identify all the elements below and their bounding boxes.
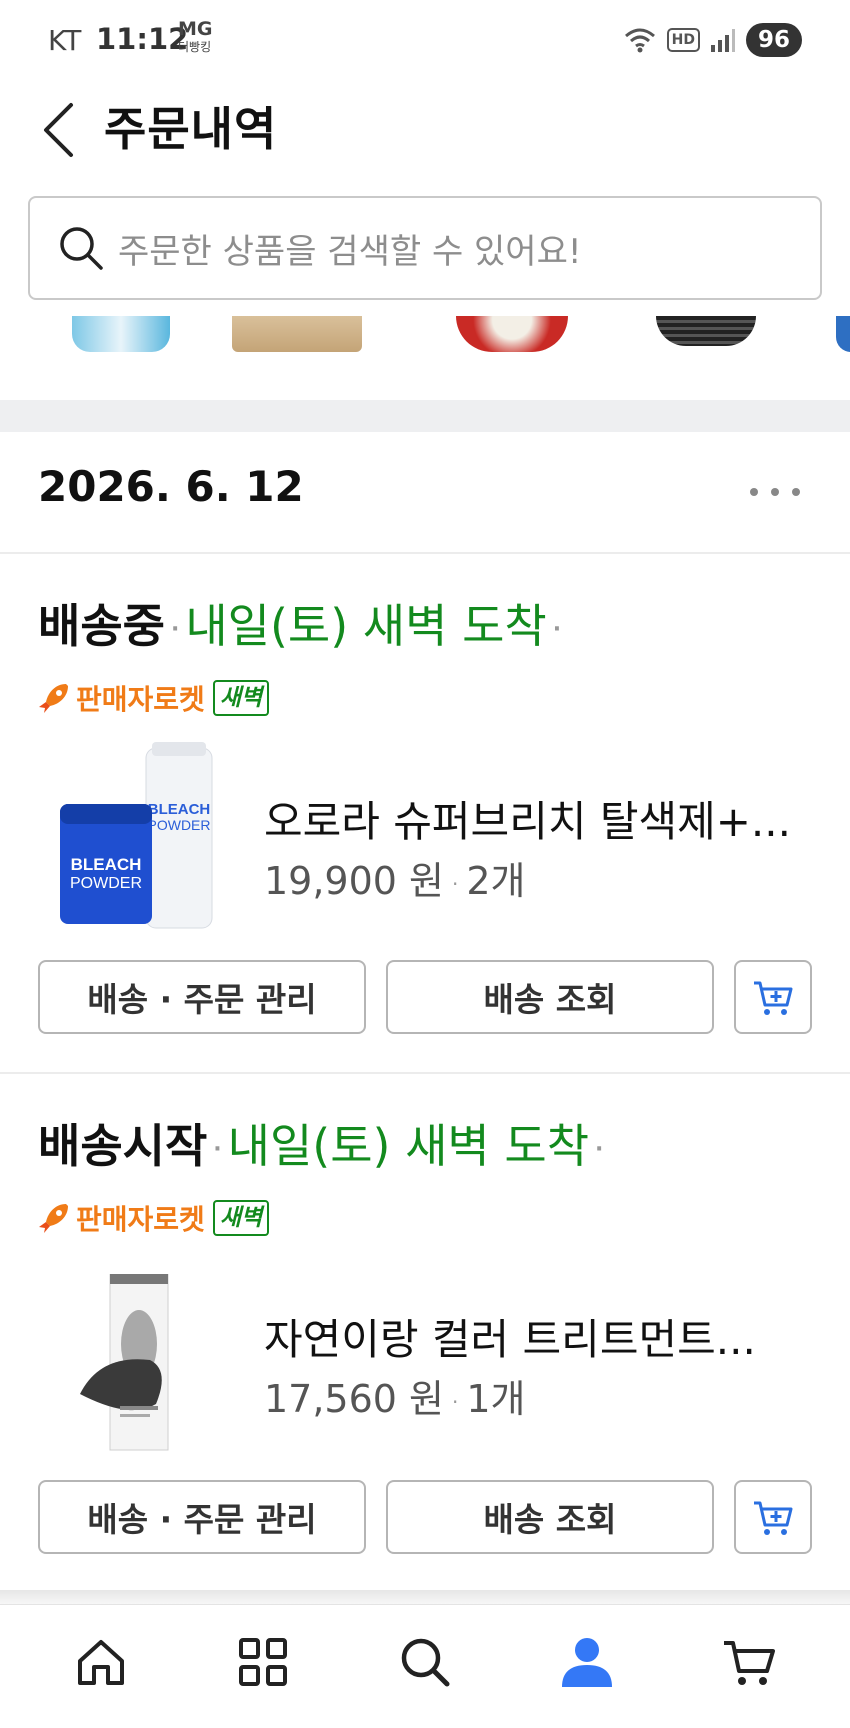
product-name[interactable]: 오로라 슈퍼브리치 탈색제+... <box>264 788 804 849</box>
recent-product-thumb[interactable] <box>836 316 850 352</box>
order-divider <box>0 1072 850 1074</box>
product-quantity: 1개 <box>466 1377 526 1421</box>
status-bar: KT 11:12 MG 더빵킹 HD 96 <box>0 0 850 84</box>
back-button[interactable] <box>28 90 88 170</box>
chevron-left-icon <box>44 103 73 157</box>
recent-product-thumb[interactable] <box>72 316 170 352</box>
delivery-status: 배송중 <box>38 599 165 653</box>
more-horizontal-icon <box>750 488 758 496</box>
mg-sub-label: 더빵킹 <box>178 40 212 54</box>
cart-icon <box>724 1640 775 1685</box>
delivery-badge-row: 판매자로켓 새벽 <box>36 1196 270 1240</box>
recent-product-thumb[interactable] <box>232 316 362 352</box>
product-price: 17,560 원 <box>264 1377 445 1421</box>
nav-cart[interactable] <box>704 1617 794 1707</box>
color-treatment-image <box>80 1273 169 1451</box>
delivery-order-manage-button[interactable]: 배송 · 주문 관리 <box>38 1480 366 1554</box>
categories-icon <box>239 1637 287 1686</box>
search-icon <box>60 227 103 270</box>
recent-product-thumb[interactable] <box>456 316 568 352</box>
nav-home[interactable] <box>56 1617 146 1707</box>
delivery-status-line: 배송시작 · 내일(토) 새벽 도착 · <box>38 1119 604 1173</box>
search-icon <box>401 1638 450 1686</box>
svg-text:POWDER: POWDER <box>148 817 211 833</box>
signal-icon <box>710 29 735 52</box>
track-delivery-button[interactable]: 배송 조회 <box>386 960 714 1034</box>
product-price-line: 19,900 원 · 2개 <box>264 859 526 903</box>
svg-text:POWDER: POWDER <box>70 875 142 892</box>
mg-indicator: MG 더빵킹 <box>178 18 238 54</box>
carrier-label: KT <box>48 24 82 57</box>
section-divider <box>0 400 850 432</box>
order-card: 배송중 · 내일(토) 새벽 도착 · 판매자로켓 새벽 BLEACH POWDER … <box>0 590 850 1070</box>
order-card: 배송시작 · 내일(토) 새벽 도착 · 판매자로켓 새벽 자연이랑 컬러 트리트먼트… <box>0 1110 850 1590</box>
list-end-divider <box>0 1590 850 1604</box>
order-search-input[interactable]: 주문한 상품을 검색할 수 있어요! <box>28 196 822 300</box>
track-delivery-button[interactable]: 배송 조회 <box>386 1480 714 1554</box>
arrival-estimate: 내일(토) 새벽 도착 <box>227 1119 590 1173</box>
bleach-powder-image: BLEACH POWDER BLEACH POWDER <box>60 742 213 929</box>
add-to-cart-button[interactable] <box>734 1480 812 1554</box>
mg-label: MG <box>178 18 213 40</box>
delivery-status: 배송시작 <box>38 1119 208 1173</box>
hd-voice-icon: HD <box>666 28 700 52</box>
arrival-estimate: 내일(토) 새벽 도착 <box>185 599 547 653</box>
wifi-icon <box>624 28 655 53</box>
recent-products-strip[interactable] <box>0 316 850 404</box>
clock: 11:12 <box>96 22 189 56</box>
nav-categories[interactable] <box>218 1617 308 1707</box>
recent-product-thumb[interactable] <box>656 316 756 346</box>
delivery-status-line: 배송중 · 내일(토) 새벽 도착 · <box>38 599 562 653</box>
search-placeholder: 주문한 상품을 검색할 수 있어요! <box>118 231 582 272</box>
product-image[interactable] <box>60 1273 230 1464</box>
seller-rocket-label: 판매자로켓 <box>76 1203 205 1236</box>
cart-plus-icon <box>754 1501 793 1535</box>
cart-plus-icon <box>754 981 793 1015</box>
delivery-order-manage-button[interactable]: 배송 · 주문 관리 <box>38 960 366 1034</box>
svg-text:BLEACH: BLEACH <box>71 855 142 874</box>
delivery-badge-row: 판매자로켓 새벽 <box>36 676 270 720</box>
nav-search[interactable] <box>380 1617 470 1707</box>
order-date-row: 2026. 6. 12 <box>0 432 850 554</box>
add-to-cart-button[interactable] <box>734 960 812 1034</box>
dawn-delivery-badge: 새벽 <box>212 1200 270 1236</box>
my-account-icon <box>562 1637 612 1687</box>
bottom-navigation <box>0 1604 850 1728</box>
seller-rocket-label: 판매자로켓 <box>76 683 205 716</box>
rocket-icon <box>39 684 68 713</box>
order-date: 2026. 6. 12 <box>38 462 304 511</box>
page-title: 주문내역 <box>104 102 278 156</box>
product-price: 19,900 원 <box>264 859 445 903</box>
product-price-line: 17,560 원 · 1개 <box>264 1377 526 1421</box>
dawn-delivery-badge: 새벽 <box>212 680 270 716</box>
app-header: 주문내역 <box>0 84 850 184</box>
rocket-icon <box>39 1204 68 1233</box>
product-image[interactable]: BLEACH POWDER BLEACH POWDER <box>60 742 230 932</box>
product-name[interactable]: 자연이랑 컬러 트리트먼트... <box>264 1306 804 1367</box>
more-options-button[interactable] <box>750 472 800 512</box>
product-quantity: 2개 <box>466 859 526 903</box>
battery-indicator: 96 <box>745 23 802 57</box>
status-icons: HD 96 <box>623 22 802 58</box>
home-icon <box>78 1639 124 1685</box>
svg-text:BLEACH: BLEACH <box>148 801 211 818</box>
nav-my-account[interactable] <box>542 1617 632 1707</box>
